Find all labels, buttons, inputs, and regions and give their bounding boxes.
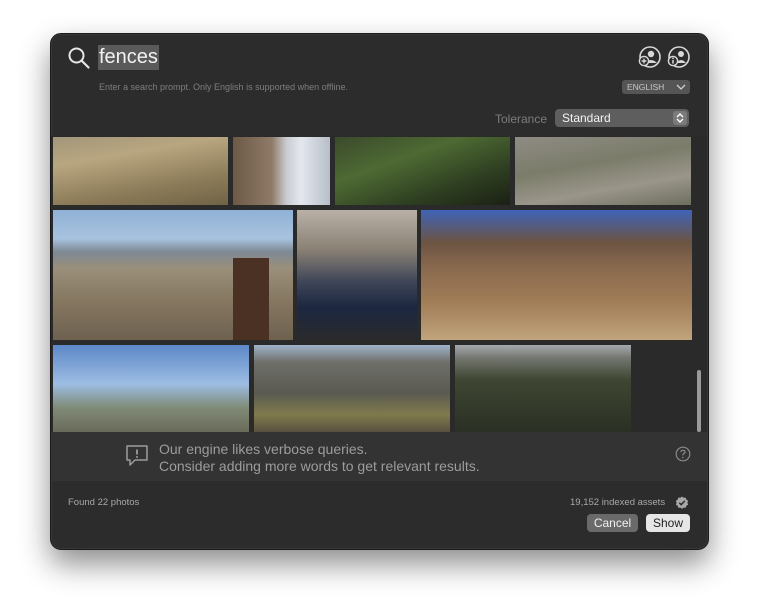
photo-wooden-fence-ruins[interactable] — [421, 210, 692, 340]
banner-line-1: Our engine likes verbose queries. — [159, 441, 368, 457]
photo-stone-wall-sky[interactable] — [233, 137, 330, 205]
found-count: Found 22 photos — [68, 497, 140, 508]
show-button[interactable]: Show — [646, 514, 690, 532]
search-input[interactable]: fences — [98, 45, 159, 70]
exclamation-bubble-icon — [126, 445, 148, 466]
search-hint: Enter a search prompt. Only English is s… — [99, 82, 348, 92]
photo-green-plants[interactable] — [335, 137, 510, 205]
search-icon — [68, 47, 90, 69]
photo-metal-fence-valley[interactable] — [53, 210, 293, 340]
tolerance-label: Tolerance — [495, 112, 548, 126]
cancel-button[interactable]: Cancel — [587, 514, 638, 532]
chevron-down-icon — [676, 84, 686, 90]
language-value: ENGLISH — [627, 82, 665, 92]
photo-rocky-ground[interactable] — [515, 137, 691, 205]
indexed-count: 19,152 indexed assets — [570, 497, 666, 508]
query-tip-banner: Our engine likes verbose queries. Consid… — [51, 432, 707, 481]
help-icon[interactable] — [675, 446, 691, 462]
person-info-icon[interactable] — [667, 45, 691, 69]
search-dialog: fences Enter a search prompt. Only Engli… — [50, 33, 709, 550]
tolerance-value: Standard — [562, 111, 611, 125]
photo-gate-blue-car[interactable] — [297, 210, 417, 340]
photo-dusk-field[interactable] — [455, 345, 631, 432]
add-person-icon[interactable] — [638, 45, 662, 69]
photo-grid — [51, 136, 707, 432]
tolerance-select[interactable]: Standard — [555, 109, 689, 127]
up-down-chevron-icon — [673, 111, 687, 125]
scrollbar-thumb[interactable] — [697, 370, 701, 432]
photo-desert-hillside[interactable] — [53, 137, 228, 205]
banner-line-2: Consider adding more words to get releva… — [159, 458, 480, 474]
verified-check-icon — [675, 496, 689, 509]
language-select[interactable]: ENGLISH — [622, 80, 690, 94]
photo-mountain-wood-fence[interactable] — [254, 345, 450, 432]
photo-houses-railing[interactable] — [53, 345, 249, 432]
